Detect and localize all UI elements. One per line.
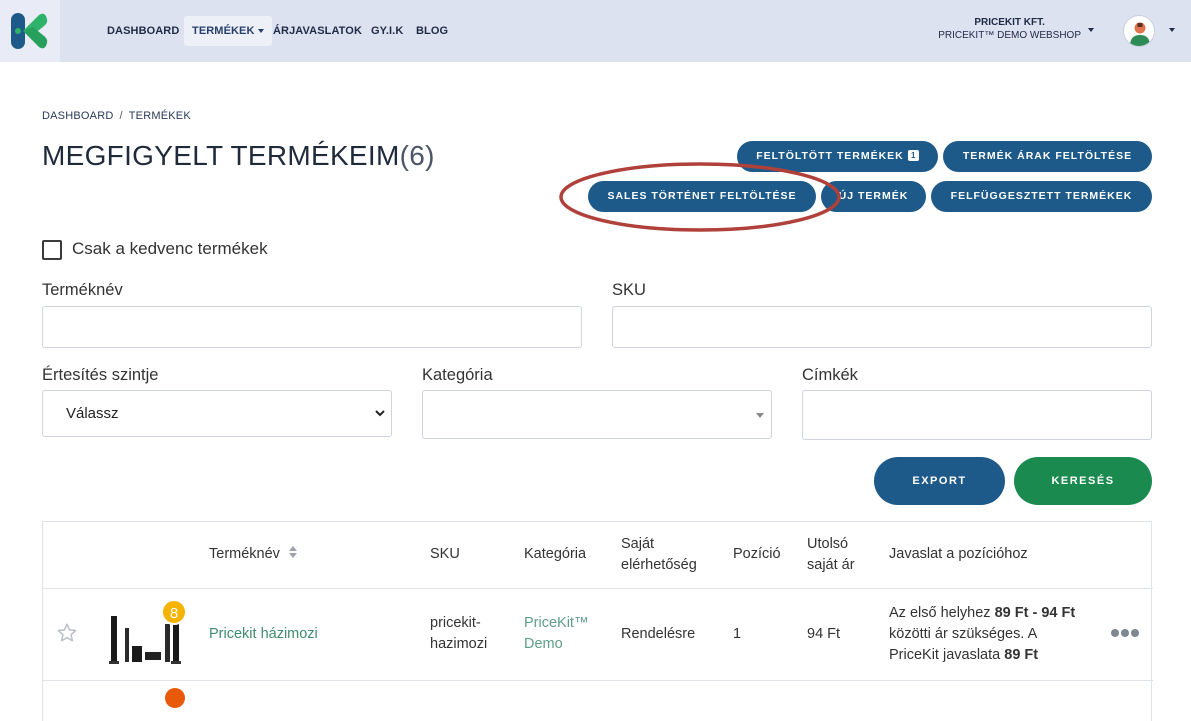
notify-level-select[interactable]: Válassz (42, 390, 392, 437)
uploaded-count-badge: 1 (907, 150, 919, 161)
chevron-down-icon[interactable] (1088, 28, 1094, 32)
availability-header-line1: Saját (621, 536, 655, 552)
user-avatar-icon (1130, 22, 1150, 46)
breadcrumb-dashboard[interactable]: DASHBOARD (42, 110, 113, 122)
notify-level-label: Értesítés szintje (42, 366, 159, 384)
product-sku-line2: hazimozi (430, 636, 488, 652)
column-header-availability: Saját elérhetőség (621, 534, 697, 576)
product-position: 1 (733, 626, 742, 642)
rank-badge: 8 (161, 599, 187, 625)
page-title-text: MEGFIGYELT TERMÉKEIM (42, 140, 400, 171)
column-header-suggestion: Javaslat a pozícióhoz (889, 546, 1028, 562)
suggestion-text-d: PriceKit javaslata (889, 647, 1005, 663)
nav-dashboard[interactable]: DASHBOARD (107, 16, 179, 46)
company-name: PRICEKIT KFT. (974, 17, 1045, 28)
category-label: Kategória (422, 366, 493, 384)
product-count: (6) (399, 140, 435, 171)
tags-label: Címkék (802, 366, 858, 384)
upload-prices-button[interactable]: TERMÉK ÁRAK FELTÖLTÉSE (943, 141, 1152, 172)
user-avatar[interactable] (1123, 15, 1155, 47)
column-header-position: Pozíció (733, 546, 781, 562)
product-last-price: 94 Ft (807, 626, 841, 642)
more-actions-icon[interactable] (1111, 628, 1139, 638)
column-header-name-label: Terméknév (209, 546, 280, 562)
availability-header-line2: elérhetőség (621, 557, 697, 573)
product-name-label: Terméknév (42, 281, 123, 299)
dropdown-arrow-icon (756, 413, 764, 418)
product-name-link[interactable]: Pricekit házimozi (209, 624, 318, 645)
tags-input[interactable] (802, 390, 1152, 440)
export-button[interactable]: EXPORT (874, 457, 1005, 505)
product-sku-line1: pricekit- (430, 615, 481, 631)
notify-level-value: Válassz (66, 405, 119, 422)
row-divider (43, 680, 1153, 681)
chevron-down-icon[interactable] (1169, 28, 1175, 32)
search-button[interactable]: KERESÉS (1014, 457, 1152, 505)
favorites-checkbox[interactable] (42, 240, 62, 260)
column-header-sku: SKU (430, 546, 460, 562)
chevron-down-icon (257, 29, 264, 34)
breadcrumb: DASHBOARD / TERMÉKEK (42, 110, 191, 122)
product-category-line1: PriceKit™ (524, 615, 589, 631)
top-navbar: DASHBOARD TERMÉKEK ÁRJAVASLATOK GY.I.K B… (0, 0, 1191, 62)
product-category-link[interactable]: PriceKit™ Demo (524, 613, 588, 655)
nav-products[interactable]: TERMÉKEK (184, 16, 272, 46)
favorites-label[interactable]: Csak a kedvenc termékek (72, 239, 268, 259)
category-select[interactable] (422, 390, 772, 439)
nav-blog[interactable]: BLOG (416, 16, 448, 46)
suggestion-range: 89 Ft - 94 Ft (994, 605, 1076, 621)
column-header-name[interactable]: Terméknév (209, 544, 298, 565)
company-switcher[interactable]: PRICEKIT KFT. PRICEKIT™ DEMO WEBSHOP (938, 16, 1081, 42)
last-price-header-line2: saját ár (807, 557, 855, 573)
company-shop: PRICEKIT™ DEMO WEBSHOP (938, 30, 1081, 41)
product-sku: pricekit- hazimozi (430, 613, 487, 655)
products-table: Terméknév SKU Kategória Saját elérhetősé… (42, 521, 1153, 721)
nav-products-label: TERMÉKEK (192, 25, 255, 37)
rank-badge (165, 688, 185, 708)
product-category-line2: Demo (524, 636, 563, 652)
pricekit-logo-icon (11, 13, 48, 49)
sku-label: SKU (612, 281, 646, 299)
favorite-star-icon[interactable] (56, 622, 78, 644)
last-price-header-line1: Utolsó (807, 536, 849, 552)
suggestion-text-c: közötti ár szükséges. A (889, 626, 1038, 642)
product-suggestion: Az első helyhez 89 Ft - 94 Ft közötti ár… (889, 603, 1104, 666)
nav-faq[interactable]: GY.I.K (371, 16, 403, 46)
breadcrumb-current: TERMÉKEK (128, 110, 191, 122)
column-header-category: Kategória (524, 546, 587, 562)
sku-input[interactable] (612, 306, 1152, 348)
brand-logo[interactable] (0, 0, 60, 62)
suspended-products-button[interactable]: FELFÜGGESZTETT TERMÉKEK (931, 181, 1152, 212)
column-header-last-price: Utolsó saját ár (807, 534, 855, 576)
row-divider (43, 588, 1153, 589)
page-title: MEGFIGYELT TERMÉKEIM(6) (42, 140, 435, 172)
sort-icon[interactable] (288, 545, 298, 559)
breadcrumb-separator: / (119, 110, 123, 122)
nav-price-suggestions[interactable]: ÁRJAVASLATOK (273, 16, 362, 46)
suggestion-price: 89 Ft (1004, 647, 1039, 663)
suggestion-text-a: Az első helyhez (889, 605, 995, 621)
product-name-input[interactable] (42, 306, 582, 348)
product-availability: Rendelésre (621, 626, 696, 642)
annotation-ellipse (559, 162, 841, 232)
chevron-down-icon (375, 410, 385, 417)
